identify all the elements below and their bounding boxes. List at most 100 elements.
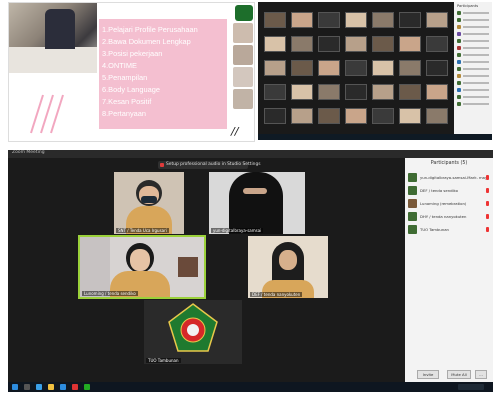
gallery-video-tile[interactable] bbox=[291, 60, 313, 76]
gallery-video-tile[interactable] bbox=[264, 84, 286, 100]
gallery-video-tile[interactable] bbox=[399, 12, 421, 28]
participant-row[interactable] bbox=[463, 33, 489, 35]
participant-row[interactable] bbox=[463, 103, 489, 105]
mute-all-button[interactable]: Mute All bbox=[447, 370, 471, 379]
avatar bbox=[457, 39, 461, 43]
video-tile-active-speaker[interactable]: Lunoming / tenda sendiko bbox=[78, 235, 206, 299]
participant-list-item[interactable]: DHY / tenda nanyokuten bbox=[408, 211, 492, 223]
gallery-video-tile[interactable] bbox=[426, 60, 448, 76]
gallery-video-tile[interactable] bbox=[264, 12, 286, 28]
app-icon[interactable] bbox=[72, 384, 78, 390]
participant-row[interactable] bbox=[463, 96, 489, 98]
gallery-video-tile[interactable] bbox=[291, 36, 313, 52]
school-logo-icon bbox=[168, 303, 218, 352]
gallery-video-tile[interactable] bbox=[318, 60, 340, 76]
gallery-video-tile[interactable] bbox=[345, 108, 367, 124]
slide-decoration bbox=[30, 94, 64, 134]
gallery-video-tile[interactable] bbox=[318, 108, 340, 124]
muted-mic-icon[interactable] bbox=[486, 188, 489, 193]
avatar bbox=[457, 102, 461, 106]
gallery-video-tile[interactable] bbox=[399, 108, 421, 124]
video-tile[interactable]: DEF / tenda nanyokuten bbox=[248, 236, 328, 298]
participant-row[interactable] bbox=[463, 12, 489, 14]
gallery-video-tile[interactable] bbox=[372, 60, 394, 76]
gallery-video-tile[interactable] bbox=[291, 84, 313, 100]
participant-row[interactable] bbox=[463, 54, 489, 56]
participant-row[interactable] bbox=[463, 61, 489, 63]
start-icon[interactable] bbox=[12, 384, 18, 390]
gallery-video-tile[interactable] bbox=[399, 84, 421, 100]
invite-button[interactable]: Invite bbox=[417, 370, 439, 379]
edge-icon[interactable] bbox=[36, 384, 42, 390]
video-tile[interactable]: TUO Tambunan bbox=[144, 300, 242, 364]
search-icon[interactable] bbox=[24, 384, 30, 390]
gallery-video-tile[interactable] bbox=[345, 84, 367, 100]
muted-mic-icon[interactable] bbox=[486, 227, 489, 232]
studio-settings-banner[interactable]: Setup professional audio in Studio Setti… bbox=[158, 161, 261, 169]
muted-mic-icon[interactable] bbox=[486, 175, 489, 180]
participant-row[interactable] bbox=[463, 75, 489, 77]
participant-row[interactable] bbox=[463, 82, 489, 84]
gallery-video-tile[interactable] bbox=[264, 36, 286, 52]
participant-row[interactable] bbox=[463, 19, 489, 21]
participant-thumbnail[interactable] bbox=[233, 89, 253, 109]
avatar bbox=[408, 186, 417, 195]
participant-row[interactable] bbox=[463, 68, 489, 70]
gallery-video-tile[interactable] bbox=[426, 84, 448, 100]
gallery-video-tile[interactable] bbox=[426, 36, 448, 52]
gallery-video-tile[interactable] bbox=[318, 12, 340, 28]
gallery-video-tile[interactable] bbox=[399, 36, 421, 52]
participant-list-item[interactable]: TUO Tambunan bbox=[408, 224, 492, 236]
participant-row[interactable] bbox=[463, 26, 489, 28]
avatar bbox=[408, 199, 417, 208]
gallery-video-tile[interactable] bbox=[372, 84, 394, 100]
presentation-slide: 1.Pelajari Profile Perusahaan 2.Bawa Dok… bbox=[8, 2, 255, 142]
participant-thumbnail[interactable] bbox=[233, 45, 253, 65]
gallery-video-tile[interactable] bbox=[318, 36, 340, 52]
muted-mic-icon[interactable] bbox=[486, 214, 489, 219]
gallery-video-tile[interactable] bbox=[345, 12, 367, 28]
avatar bbox=[457, 53, 461, 57]
zoom-icon[interactable] bbox=[60, 384, 66, 390]
tip-item: 4.ONTIME bbox=[102, 61, 137, 70]
participant-row[interactable] bbox=[463, 40, 489, 42]
avatar bbox=[408, 225, 417, 234]
gallery-video-tile[interactable] bbox=[426, 12, 448, 28]
participant-thumbnail[interactable] bbox=[233, 23, 253, 43]
participant-name: DHY / tenda nanyokuten bbox=[420, 214, 467, 219]
gallery-video-tile[interactable] bbox=[291, 108, 313, 124]
avatar bbox=[457, 74, 461, 78]
gallery-video-tile[interactable] bbox=[264, 60, 286, 76]
gallery-video-tile[interactable] bbox=[345, 36, 367, 52]
participant-list-item[interactable]: DEF / tenda sendiko bbox=[408, 185, 492, 197]
muted-mic-icon[interactable] bbox=[486, 201, 489, 206]
gallery-video-tile[interactable] bbox=[264, 108, 286, 124]
participant-thumbnail[interactable] bbox=[233, 67, 253, 87]
more-options-button[interactable]: ... bbox=[475, 370, 487, 379]
gallery-video-tile[interactable] bbox=[399, 60, 421, 76]
gallery-video-tile[interactable] bbox=[372, 36, 394, 52]
tip-item: 7.Kesan Positif bbox=[102, 97, 152, 106]
slide-tips-list: 1.Pelajari Profile Perusahaan 2.Bawa Dok… bbox=[99, 19, 227, 129]
school-logo-icon bbox=[235, 5, 253, 21]
gallery-video-tile[interactable] bbox=[372, 108, 394, 124]
avatar bbox=[457, 95, 461, 99]
gallery-video-tile[interactable] bbox=[345, 60, 367, 76]
gallery-video-tile[interactable] bbox=[318, 84, 340, 100]
video-tile[interactable]: yun-digitalbraya-samsai bbox=[209, 172, 305, 234]
participant-list-item[interactable]: yun-digitalbraya-samsai-Mark. may bbox=[408, 172, 492, 184]
participant-row[interactable] bbox=[463, 47, 489, 49]
gallery-video-tile[interactable] bbox=[291, 12, 313, 28]
participant-name: yun-digitalbraya-samsai-Mark. may bbox=[420, 175, 488, 180]
video-tile[interactable]: SNT / Tenda Uca Irgusari bbox=[114, 172, 184, 234]
participant-row[interactable] bbox=[463, 89, 489, 91]
participant-list-item[interactable]: Lunoming (remebration) bbox=[408, 198, 492, 210]
slide-photo bbox=[9, 3, 97, 73]
gallery-video-tile[interactable] bbox=[372, 12, 394, 28]
app-icon[interactable] bbox=[84, 384, 90, 390]
participant-name: DEF / tenda nanyokuten bbox=[250, 292, 303, 297]
folder-icon[interactable] bbox=[48, 384, 54, 390]
gallery-video-tile[interactable] bbox=[426, 108, 448, 124]
avatar bbox=[457, 25, 461, 29]
participant-name: DEF / tenda sendiko bbox=[420, 188, 458, 193]
